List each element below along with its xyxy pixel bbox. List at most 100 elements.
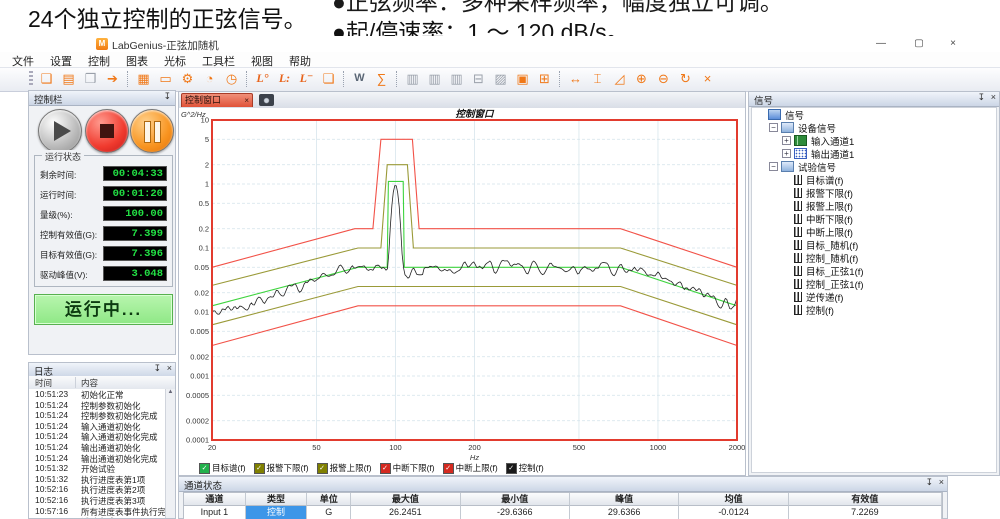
tree-item[interactable]: 目标_正弦1(f) <box>752 264 996 277</box>
pin-icon[interactable]: ↧ <box>925 477 933 488</box>
collapse-icon[interactable]: − <box>769 162 778 171</box>
svg-text:2000: 2000 <box>729 443 745 452</box>
maximize-button[interactable]: ▢ <box>906 36 932 51</box>
close-icon[interactable]: × <box>939 477 944 487</box>
cursor-l2-icon[interactable]: L: <box>274 69 295 88</box>
signal-icon <box>794 240 802 250</box>
tab-close-icon[interactable]: × <box>244 94 249 107</box>
tree-item[interactable]: 信号 <box>752 108 996 121</box>
tree-item[interactable]: −试验信号 <box>752 160 996 173</box>
bar-chart2-icon[interactable]: ▥ <box>424 69 445 88</box>
chart-shade-icon[interactable]: ▨ <box>490 69 511 88</box>
bar-chart3-icon[interactable]: ▥ <box>446 69 467 88</box>
channel-col-header: 类型 <box>246 493 308 506</box>
expand-icon[interactable]: + <box>782 149 791 158</box>
status-field: 量级(%):100.00 <box>40 206 167 222</box>
tree-item[interactable]: 控制_随机(f) <box>752 251 996 264</box>
scroll-up-icon[interactable]: ▲ <box>168 389 174 395</box>
running-status-button[interactable]: 运行中... <box>34 294 173 325</box>
tree-item[interactable]: 报警上限(f) <box>752 199 996 212</box>
legend-checkbox-icon[interactable]: ✓ <box>254 463 265 474</box>
control-chart-svg: 105210.50.20.10.050.020.010.0050.0020.00… <box>179 108 745 464</box>
play-button[interactable] <box>38 109 82 153</box>
toolbox-icon[interactable]: ▦ <box>133 69 154 88</box>
tree-item[interactable]: 逆传递(f) <box>752 290 996 303</box>
legend-checkbox-icon[interactable]: ✓ <box>443 463 454 474</box>
log-scrollbar[interactable]: ▲ <box>165 389 175 518</box>
cancel-icon[interactable]: × <box>697 69 718 88</box>
legend-checkbox-icon[interactable]: ✓ <box>506 463 517 474</box>
pin-icon[interactable]: ↧ <box>977 92 985 103</box>
monitor-icon[interactable]: ▭ <box>155 69 176 88</box>
svg-text:100: 100 <box>389 443 402 452</box>
legend-item[interactable]: ✓中断下限(f) <box>380 462 435 474</box>
tree-item-label: 控制(f) <box>806 303 834 317</box>
close-button[interactable]: × <box>940 36 966 51</box>
minimize-button[interactable]: — <box>868 36 894 51</box>
new-file-icon[interactable]: ❑ <box>36 69 57 88</box>
tree-item[interactable]: 中断上限(f) <box>752 225 996 238</box>
settings-gear-icon[interactable]: ⚙ <box>177 69 198 88</box>
zoom-in-icon[interactable]: ⊕ <box>631 69 652 88</box>
fit-diagonal-icon[interactable]: ◿ <box>609 69 630 88</box>
expand-icon[interactable]: + <box>782 136 791 145</box>
tree-item[interactable]: +输出通道1 <box>752 147 996 160</box>
export-icon[interactable]: ➔ <box>102 69 123 88</box>
legend-item[interactable]: ✓控制(f) <box>506 462 544 474</box>
legend-item[interactable]: ✓目标谱(f) <box>199 462 246 474</box>
pin-icon[interactable]: ↧ <box>163 91 171 102</box>
word-report-icon[interactable]: W <box>349 69 370 88</box>
legend-item[interactable]: ✓中断上限(f) <box>443 462 498 474</box>
chart-list-icon[interactable]: ⊟ <box>468 69 489 88</box>
snapshot-icon[interactable] <box>259 94 274 106</box>
tree-item[interactable]: +输入通道1 <box>752 134 996 147</box>
legend-checkbox-icon[interactable]: ✓ <box>317 463 328 474</box>
bar-chart1-icon[interactable]: ▥ <box>402 69 423 88</box>
svg-text:0.02: 0.02 <box>194 288 209 297</box>
svg-text:Hz: Hz <box>470 453 479 462</box>
field-label: 驱动峰值(V): <box>40 269 88 281</box>
refresh-icon[interactable]: ↻ <box>675 69 696 88</box>
layout-icon[interactable]: ▣ <box>512 69 533 88</box>
zoom-out-icon[interactable]: ⊖ <box>653 69 674 88</box>
legend-item[interactable]: ✓报警下限(f) <box>254 462 309 474</box>
legend-item[interactable]: ✓报警上限(f) <box>317 462 372 474</box>
svg-text:0.002: 0.002 <box>190 352 209 361</box>
fit-height-icon[interactable]: ⌶ <box>587 69 608 88</box>
tree-item[interactable]: 控制_正弦1(f) <box>752 277 996 290</box>
tree-item[interactable]: −设备信号 <box>752 121 996 134</box>
tree-spacer <box>782 279 791 288</box>
pause-button[interactable] <box>130 109 174 153</box>
close-icon[interactable]: × <box>991 92 996 102</box>
toolbar-drag-handle[interactable] <box>29 71 33 86</box>
close-icon[interactable]: × <box>167 363 172 373</box>
log-column-header: 时间 内容 <box>29 376 175 390</box>
doc-line-right: ●起/停速率：1 ～ 120 dB/s。 <box>332 13 630 36</box>
calculator-icon[interactable]: ⊞ <box>534 69 555 88</box>
log-time: 10:51:24 <box>35 453 68 463</box>
stop-button[interactable] <box>85 109 129 153</box>
collapse-icon[interactable]: − <box>769 123 778 132</box>
svg-text:0.001: 0.001 <box>190 372 209 381</box>
tree-item[interactable]: 目标_随机(f) <box>752 238 996 251</box>
clock-icon[interactable]: ◷ <box>221 69 242 88</box>
sum-icon[interactable]: ∑ <box>371 69 392 88</box>
control-chart-area[interactable]: 105210.50.20.10.050.020.010.0050.0020.00… <box>179 108 745 475</box>
svg-text:1000: 1000 <box>650 443 667 452</box>
channel-table-row[interactable]: Input 1控制G26.2451-29.636629.6366-0.01247… <box>184 506 942 519</box>
tree-item[interactable]: 控制(f) <box>752 303 996 316</box>
open-icon[interactable]: ❒ <box>80 69 101 88</box>
cursor-l3-icon[interactable]: L⁻ <box>296 69 317 88</box>
fit-width-icon[interactable]: ↔ <box>565 69 586 88</box>
cascade-windows-icon[interactable]: ❏ <box>318 69 339 88</box>
legend-checkbox-icon[interactable]: ✓ <box>199 463 210 474</box>
tree-item[interactable]: 中断下限(f) <box>752 212 996 225</box>
pin-icon[interactable]: ↧ <box>153 363 161 374</box>
tree-item[interactable]: 报警下限(f) <box>752 186 996 199</box>
save-icon[interactable]: ▤ <box>58 69 79 88</box>
tree-item[interactable]: 目标谱(f) <box>752 173 996 186</box>
cursor-l1-icon[interactable]: L° <box>252 69 273 88</box>
legend-checkbox-icon[interactable]: ✓ <box>380 463 391 474</box>
pie-icon[interactable]: ◔ <box>199 69 220 88</box>
tab-control-window[interactable]: 控制窗口 × <box>181 93 253 107</box>
